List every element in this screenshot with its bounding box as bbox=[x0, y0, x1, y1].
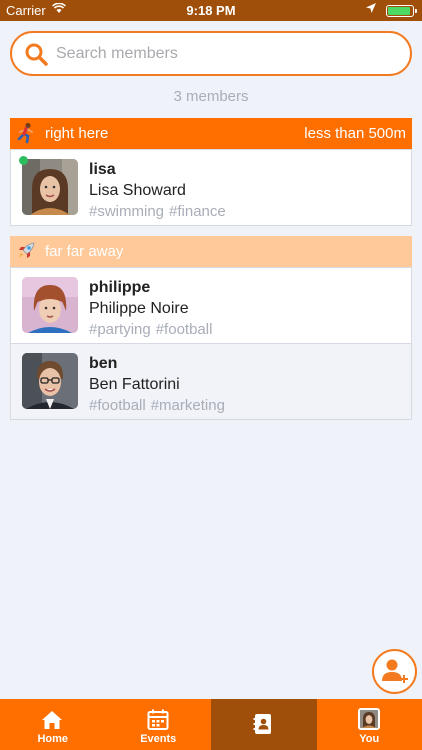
member-tags: #partying #football bbox=[89, 321, 217, 338]
status-time: 9:18 PM bbox=[186, 3, 236, 18]
search-icon bbox=[25, 43, 48, 66]
tab-label: You bbox=[359, 733, 380, 745]
tag[interactable]: #marketing bbox=[151, 397, 225, 414]
avatar bbox=[22, 353, 78, 409]
tag[interactable]: #football bbox=[156, 321, 213, 338]
user-avatar-icon bbox=[357, 708, 380, 730]
tag[interactable]: #football bbox=[89, 397, 146, 414]
tab-label: Home bbox=[37, 733, 69, 745]
tab-events[interactable]: Events bbox=[106, 699, 212, 750]
search-bar[interactable] bbox=[10, 31, 412, 76]
tab-label: Events bbox=[140, 733, 177, 745]
tab-you[interactable]: You bbox=[317, 699, 422, 750]
battery-icon bbox=[386, 5, 417, 17]
tab-members[interactable] bbox=[211, 699, 317, 750]
member-row-ben[interactable]: ben Ben Fattorini #football #marketing bbox=[10, 343, 412, 420]
member-full-name: Philippe Noire bbox=[89, 300, 189, 317]
member-tags: #swimming #finance bbox=[89, 203, 231, 220]
search-input[interactable] bbox=[56, 42, 396, 66]
tag[interactable]: #partying bbox=[89, 321, 151, 338]
add-member-button[interactable] bbox=[372, 649, 417, 694]
add-user-icon bbox=[382, 659, 408, 683]
home-icon bbox=[42, 711, 62, 729]
group-header-far-far-away: far far away bbox=[10, 236, 412, 267]
calendar-icon bbox=[147, 709, 168, 730]
location-arrow-icon bbox=[366, 3, 376, 16]
member-tags: #football #marketing bbox=[89, 397, 230, 414]
member-username: philippe bbox=[89, 279, 151, 296]
running-person-icon bbox=[17, 122, 33, 144]
status-bar: Carrier 9:18 PM bbox=[0, 0, 422, 21]
member-full-name: Lisa Showard bbox=[89, 182, 186, 199]
member-full-name: Ben Fattorini bbox=[89, 376, 180, 393]
group-title: right here bbox=[45, 125, 109, 142]
group-distance: less than 500m bbox=[304, 125, 406, 142]
member-row-philippe[interactable]: philippe Philippe Noire #partying #footba… bbox=[10, 267, 412, 344]
group-header-right-here: right here less than 500m bbox=[10, 118, 412, 149]
tag[interactable]: #finance bbox=[169, 203, 226, 220]
avatar bbox=[22, 277, 78, 333]
online-status-dot bbox=[19, 156, 28, 165]
member-username: lisa bbox=[89, 161, 116, 178]
avatar bbox=[22, 159, 78, 215]
member-username: ben bbox=[89, 355, 118, 372]
tab-home[interactable]: Home bbox=[0, 699, 106, 750]
tab-bar: Home Events You bbox=[0, 699, 422, 750]
rocket-icon bbox=[18, 242, 35, 258]
tag[interactable]: #swimming bbox=[89, 203, 164, 220]
member-count: 3 members bbox=[173, 88, 249, 105]
member-row-lisa[interactable]: lisa Lisa Showard #swimming #finance bbox=[10, 149, 412, 226]
contacts-icon bbox=[253, 714, 271, 734]
group-title: far far away bbox=[45, 243, 124, 260]
